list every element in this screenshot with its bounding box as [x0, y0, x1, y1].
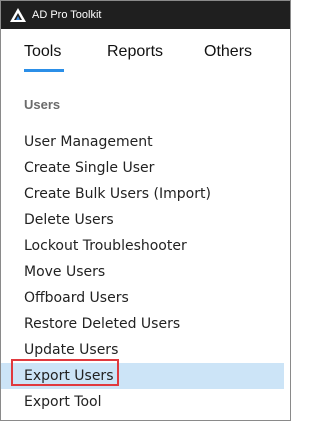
- tab-reports[interactable]: Reports: [107, 43, 163, 61]
- menu-item-user-management[interactable]: User Management: [1, 129, 284, 155]
- menu-item-update-users[interactable]: Update Users: [1, 337, 284, 363]
- menu-item-create-bulk-users[interactable]: Create Bulk Users (Import): [1, 181, 284, 207]
- menu-item-delete-users[interactable]: Delete Users: [1, 207, 284, 233]
- section-heading-users: Users: [24, 97, 61, 112]
- menu-item-export-users[interactable]: Export Users: [1, 363, 284, 389]
- menu-item-move-users[interactable]: Move Users: [1, 259, 284, 285]
- title-bar[interactable]: AD Pro Toolkit: [1, 1, 290, 29]
- menu-item-export-tool[interactable]: Export Tool: [1, 389, 284, 415]
- menu-item-restore-deleted-users[interactable]: Restore Deleted Users: [1, 311, 284, 337]
- menu-item-lockout-troubleshooter[interactable]: Lockout Troubleshooter: [1, 233, 284, 259]
- ad-pro-logo-icon: [10, 8, 26, 22]
- users-menu: User Management Create Single User Creat…: [1, 129, 290, 415]
- app-window: AD Pro Toolkit Tools Reports Others User…: [0, 0, 291, 421]
- menu-item-offboard-users[interactable]: Offboard Users: [1, 285, 284, 311]
- menu-item-create-single-user[interactable]: Create Single User: [1, 155, 284, 181]
- tab-tools[interactable]: Tools: [24, 43, 61, 61]
- app-title: AD Pro Toolkit: [32, 9, 102, 21]
- tab-bar: Tools Reports Others: [1, 29, 290, 75]
- tab-others[interactable]: Others: [204, 43, 252, 61]
- active-tab-indicator: [24, 69, 64, 72]
